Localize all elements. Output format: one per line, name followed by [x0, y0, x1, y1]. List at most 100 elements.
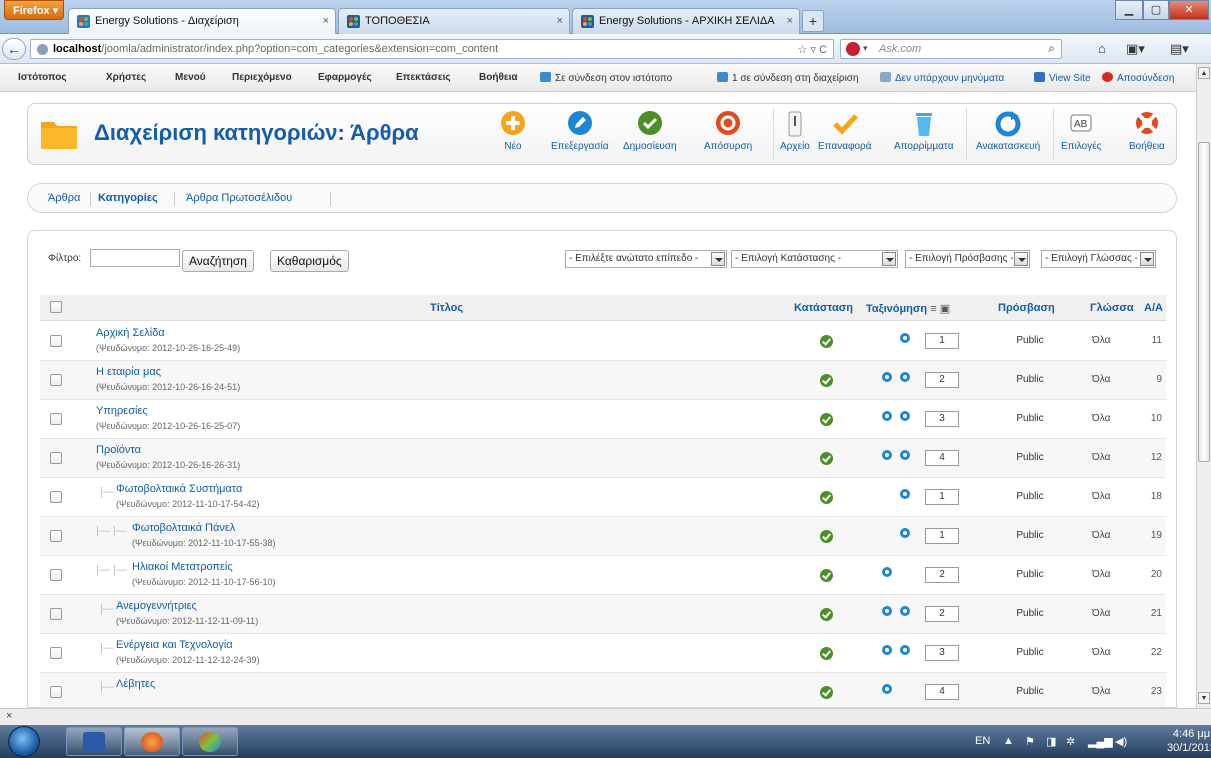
engine-dropdown-icon[interactable]: ▾ [863, 43, 868, 54]
order-input[interactable]: 4 [925, 684, 959, 700]
scrollbar-thumb[interactable] [1198, 142, 1210, 462]
tab-close-icon[interactable]: × [787, 15, 793, 27]
published-icon[interactable] [820, 491, 833, 504]
rebuild-button[interactable]: Ανακατασκευή [976, 110, 1040, 152]
system-clock[interactable]: 4:46 μμ 30/1/2013 [1167, 727, 1211, 755]
move-down-icon[interactable] [900, 645, 910, 655]
header-access[interactable]: Πρόσβαση [998, 302, 1055, 314]
tab-topothesia[interactable]: ΤΟΠΟΘΕΣΙΑ × [338, 8, 570, 34]
row-title-link[interactable]: Λέβητες [116, 678, 155, 690]
start-button[interactable] [8, 726, 40, 757]
tab-admin[interactable]: Energy Solutions - Διαχείριση × [68, 8, 336, 34]
taskbar-firefox[interactable] [124, 727, 180, 756]
menu-menus[interactable]: Μενού [175, 72, 206, 83]
tab-homepage[interactable]: Energy Solutions - ΑΡΧΙΚΗ ΣΕΛΙΔΑ × [572, 8, 800, 34]
filter-state-select[interactable]: - Επιλογή Κατάστασης - [731, 250, 898, 268]
row-checkbox[interactable] [50, 569, 62, 581]
row-checkbox[interactable] [50, 374, 62, 386]
move-down-icon[interactable] [900, 606, 910, 616]
menu-extensions[interactable]: Επεκτάσεις [396, 72, 451, 83]
language-indicator[interactable]: EN [975, 735, 990, 747]
row-checkbox[interactable] [50, 686, 62, 698]
row-title-link[interactable]: Φωτοβολταικά Συστήματα [116, 483, 242, 495]
submenu-categories[interactable]: Κατηγορίες [98, 192, 158, 204]
row-checkbox[interactable] [50, 335, 62, 347]
order-input[interactable]: 2 [925, 606, 959, 622]
row-title-link[interactable]: Η εταιρία μας [96, 366, 161, 378]
publish-button[interactable]: Δημοσίευση [623, 110, 677, 152]
move-up-icon[interactable] [882, 567, 892, 577]
network-tray-icon[interactable]: ◨ [1046, 735, 1056, 748]
menu-components[interactable]: Εφαρμογές [318, 72, 372, 83]
published-icon[interactable] [820, 647, 833, 660]
filter-search-input[interactable] [90, 249, 180, 267]
move-up-icon[interactable] [882, 372, 892, 382]
messages-link[interactable]: Δεν υπάρχουν μηνύματα [880, 72, 1004, 84]
home-icon[interactable]: ⌂ [1098, 41, 1106, 56]
published-icon[interactable] [820, 569, 833, 582]
move-down-icon[interactable] [900, 528, 910, 538]
clear-button[interactable]: Καθαρισμός [270, 250, 349, 272]
row-title-link[interactable]: Υπηρεσίες [96, 405, 148, 417]
bookmarks-icon[interactable]: ▤▾ [1170, 41, 1189, 57]
taskbar-word[interactable] [66, 727, 122, 756]
order-input[interactable]: 3 [925, 411, 959, 427]
header-ordering[interactable]: Ταξινόμηση ≡ ▣ [866, 302, 950, 315]
move-up-icon[interactable] [882, 684, 892, 694]
header-language[interactable]: Γλώσσα [1090, 302, 1134, 314]
maximize-window-button[interactable]: ▢ [1143, 0, 1169, 20]
header-title[interactable]: Τίτλος [430, 302, 463, 314]
row-title-link[interactable]: Αρχική Σελίδα [96, 327, 165, 339]
move-down-icon[interactable] [900, 489, 910, 499]
app-tray-icon[interactable]: ✲ [1066, 735, 1075, 748]
filter-access-select[interactable]: - Επιλογή Πρόσβασης - [905, 250, 1030, 268]
published-icon[interactable] [820, 608, 833, 621]
published-icon[interactable] [820, 374, 833, 387]
row-title-link[interactable]: Ηλιακοί Μετατροπείς [132, 561, 233, 573]
order-input[interactable]: 1 [925, 489, 959, 505]
move-down-icon[interactable] [900, 333, 910, 343]
signal-tray-icon[interactable]: ▂▄▆ [1088, 735, 1113, 748]
order-input[interactable]: 1 [925, 333, 959, 349]
archive-button[interactable]: Αρχείο [780, 110, 810, 152]
options-button[interactable]: AB Επιλογές [1061, 110, 1101, 152]
row-checkbox[interactable] [50, 491, 62, 503]
scroll-down-icon[interactable]: ▼ [1198, 692, 1210, 704]
move-down-icon[interactable] [900, 372, 910, 382]
row-title-link[interactable]: Ενέργεια και Τεχνολογία [116, 639, 233, 651]
new-button[interactable]: Νέο [500, 110, 526, 152]
show-hidden-icons-icon[interactable]: ▲ [1003, 735, 1014, 747]
move-up-icon[interactable] [882, 645, 892, 655]
search-input[interactable]: ▾ Ask.com ⌕ [840, 39, 1062, 59]
row-checkbox[interactable] [50, 647, 62, 659]
search-button[interactable]: Αναζήτηση [182, 250, 254, 272]
header-id[interactable]: Α/Α [1144, 302, 1163, 314]
search-icon[interactable]: ⌕ [1048, 41, 1055, 56]
order-input[interactable]: 3 [925, 645, 959, 661]
move-down-icon[interactable] [900, 450, 910, 460]
menu-content[interactable]: Περιεχόμενο [232, 72, 292, 83]
volume-icon[interactable]: ◀) [1115, 735, 1127, 748]
published-icon[interactable] [820, 530, 833, 543]
tab-close-icon[interactable]: × [323, 15, 329, 27]
row-title-link[interactable]: Φωτοβολταικά Πάνελ [132, 522, 235, 534]
row-checkbox[interactable] [50, 452, 62, 464]
submenu-featured[interactable]: Άρθρα Πρωτοσέλιδου [186, 192, 292, 204]
move-down-icon[interactable] [900, 411, 910, 421]
save-order-icon[interactable]: ▣ [940, 303, 950, 315]
back-arrow-icon[interactable]: ← [2, 38, 26, 60]
firefox-menu-button[interactable]: Firefox ▾ [4, 0, 64, 20]
view-site-link[interactable]: View Site [1034, 72, 1091, 84]
row-title-link[interactable]: Προϊόντα [96, 444, 141, 456]
row-title-link[interactable]: Ανεμογεννήτριες [116, 600, 197, 612]
row-checkbox[interactable] [50, 530, 62, 542]
select-all-checkbox[interactable] [50, 301, 62, 313]
move-up-icon[interactable] [882, 411, 892, 421]
page-scrollbar[interactable]: ▲ ▼ [1196, 64, 1211, 708]
action-center-flag-icon[interactable]: ⚑ [1025, 735, 1035, 748]
published-icon[interactable] [820, 413, 833, 426]
move-up-icon[interactable] [882, 606, 892, 616]
new-tab-button[interactable]: + [802, 10, 824, 32]
order-input[interactable]: 1 [925, 528, 959, 544]
edit-button[interactable]: Επεξεργασία [551, 110, 609, 152]
